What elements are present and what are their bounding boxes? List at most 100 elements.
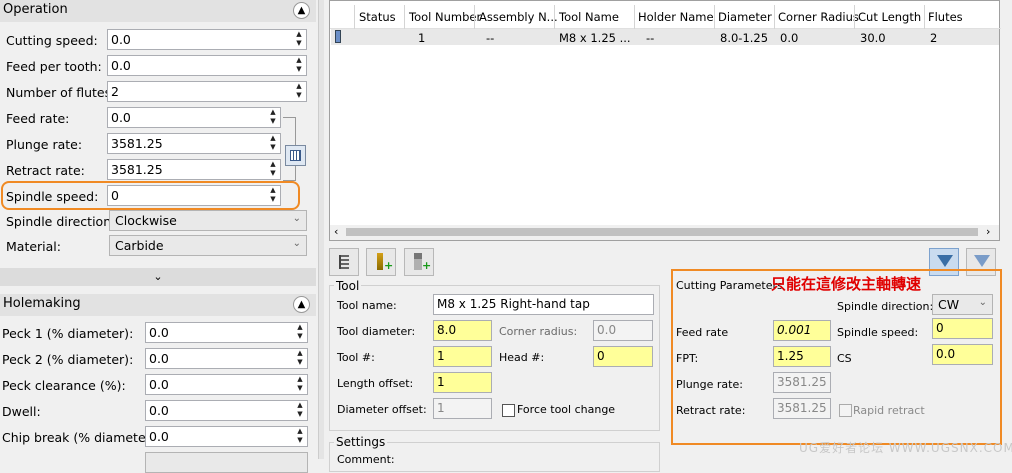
rapid-retract-label: Rapid retract xyxy=(853,404,925,417)
corner-radius-label: Corner radius: xyxy=(499,325,578,338)
force-tool-change-checkbox[interactable] xyxy=(502,404,515,417)
spinner-icon: ▲ ▼ xyxy=(296,82,302,99)
tool-grid[interactable]: Status Tool Number Assembly N... Tool Na… xyxy=(329,0,1001,241)
table-row[interactable] xyxy=(331,29,999,45)
feed-rate-input[interactable]: 0.0 ▲ ▼ xyxy=(107,107,281,128)
panel-splitter[interactable] xyxy=(318,0,324,459)
feed-per-tooth-input[interactable]: 0.0 ▲ ▼ xyxy=(107,55,307,76)
expand-chevron-icon[interactable]: ⌄ xyxy=(0,268,316,286)
tool-list-button[interactable] xyxy=(329,248,359,276)
diameter-offset-field: 1 xyxy=(433,398,492,419)
retract-rate-input[interactable]: 3581.25 ▲ ▼ xyxy=(107,159,281,180)
peck2-input[interactable]: 0.0 ▲ ▼ xyxy=(145,348,308,369)
cell-corner-radius: 0.0 xyxy=(780,31,799,45)
cp-feed-rate-label: Feed rate xyxy=(676,326,729,339)
cp-feed-rate-field[interactable]: 0.001 xyxy=(773,320,831,341)
left-panel: Operation ▲ Cutting speed: 0.0 ▲ ▼ Feed pe… xyxy=(0,0,316,473)
chip-break-label: Chip break (% diameter): xyxy=(2,430,160,445)
spinner-icon: ▲ ▼ xyxy=(296,56,302,73)
tool-diameter-field[interactable]: 8.0 xyxy=(433,320,492,341)
cp-fpt-field[interactable]: 1.25 xyxy=(773,346,831,367)
col-assembly[interactable]: Assembly N... xyxy=(479,10,558,24)
retract-rate-label: Retract rate: xyxy=(6,163,85,178)
annotation-text: 只能在這修改主軸轉速 xyxy=(771,275,922,293)
operation-section-header[interactable]: Operation ▲ xyxy=(0,0,316,22)
cycle-select[interactable] xyxy=(145,452,308,473)
spinner-icon: ▲ ▼ xyxy=(297,323,303,340)
holemaking-title: Holemaking xyxy=(3,296,81,311)
spinner-icon: ▲ ▼ xyxy=(297,375,303,392)
force-tool-change-label: Force tool change xyxy=(517,403,616,416)
peck2-label: Peck 2 (% diameter): xyxy=(2,352,134,367)
cp-cs-label: CS xyxy=(837,352,852,365)
scroll-right-icon: › xyxy=(986,225,991,238)
cell-tool-number: 1 xyxy=(418,31,426,45)
collapse-up-icon[interactable]: ▲ xyxy=(293,296,310,313)
cp-cs-field[interactable]: 0.0 xyxy=(932,344,993,365)
chip-break-input[interactable]: 0.0 ▲ ▼ xyxy=(145,426,308,447)
cutting-speed-label: Cutting speed: xyxy=(6,33,98,48)
material-select[interactable]: Carbide ⌄ xyxy=(109,235,307,256)
tool-number-label: Tool #: xyxy=(337,351,375,364)
drill-icon xyxy=(377,253,383,270)
peck1-input[interactable]: 0.0 ▲ ▼ xyxy=(145,322,308,343)
col-tool-name[interactable]: Tool Name xyxy=(559,10,619,24)
holemaking-section-header[interactable]: Holemaking ▲ xyxy=(0,294,316,316)
spinner-icon: ▲ ▼ xyxy=(270,160,276,177)
number-of-flutes-label: Number of flutes: xyxy=(6,85,116,100)
cp-spindle-direction-select[interactable]: CW ⌄ xyxy=(932,294,993,315)
tool-list-icon xyxy=(339,255,349,269)
head-number-label: Head #: xyxy=(499,351,545,364)
cp-plunge-rate-field: 3581.25 xyxy=(773,372,831,393)
settings-group-title: Settings xyxy=(334,435,388,449)
head-number-field[interactable]: 0 xyxy=(593,346,653,367)
col-flutes[interactable]: Flutes xyxy=(928,10,963,24)
scroll-thumb[interactable] xyxy=(346,228,978,236)
scroll-left-icon: ‹ xyxy=(334,225,339,238)
col-tool-number[interactable]: Tool Number xyxy=(409,10,481,24)
plunge-rate-input[interactable]: 3581.25 ▲ ▼ xyxy=(107,133,281,154)
col-holder-name[interactable]: Holder Name xyxy=(638,10,714,24)
cp-spindle-speed-field[interactable]: 0 xyxy=(932,318,993,339)
dwell-input[interactable]: 0.0 ▲ ▼ xyxy=(145,400,308,421)
comment-label: Comment: xyxy=(337,453,395,466)
calculator-icon[interactable] xyxy=(285,145,306,166)
number-of-flutes-input[interactable]: 2 ▲ ▼ xyxy=(107,81,307,102)
diameter-offset-label: Diameter offset: xyxy=(337,403,427,416)
peck1-label: Peck 1 (% diameter): xyxy=(2,326,134,341)
tool-name-field[interactable]: M8 x 1.25 Right-hand tap xyxy=(433,294,654,315)
cp-spindle-speed-label: Spindle speed: xyxy=(837,326,919,339)
spindle-direction-label: Spindle direction: xyxy=(6,214,116,229)
cell-cut-length: 30.0 xyxy=(860,31,886,45)
cp-plunge-rate-label: Plunge rate: xyxy=(676,378,743,391)
plunge-rate-label: Plunge rate: xyxy=(6,137,83,152)
rapid-retract-checkbox xyxy=(839,404,852,417)
length-offset-field[interactable]: 1 xyxy=(433,372,492,393)
material-label: Material: xyxy=(6,239,61,254)
plus-icon: + xyxy=(384,259,394,272)
operation-title: Operation xyxy=(3,2,68,17)
peck-clearance-input[interactable]: 0.0 ▲ ▼ xyxy=(145,374,308,395)
col-cut-length[interactable]: Cut Length xyxy=(858,10,921,24)
spindle-direction-select[interactable]: Clockwise ⌄ xyxy=(109,210,307,231)
spinner-icon: ▲ ▼ xyxy=(297,427,303,444)
horizontal-scrollbar[interactable]: ‹ › xyxy=(330,225,999,240)
collapse-up-icon[interactable]: ▲ xyxy=(293,2,310,19)
plus-icon: + xyxy=(422,259,432,272)
col-corner-radius[interactable]: Corner Radius xyxy=(778,10,859,24)
cp-spindle-direction-label: Spindle direction: xyxy=(837,300,934,313)
col-diameter[interactable]: Diameter xyxy=(718,10,772,24)
cutting-speed-input[interactable]: 0.0 ▲ ▼ xyxy=(107,29,307,50)
spinner-icon: ▲ ▼ xyxy=(270,108,276,125)
spinner-icon: ▲ ▼ xyxy=(296,30,302,47)
spindle-speed-highlight xyxy=(1,181,300,210)
add-drill-button[interactable]: + xyxy=(366,248,396,276)
filter-icon xyxy=(937,255,953,267)
tool-number-field[interactable]: 1 xyxy=(433,346,492,367)
spinner-icon: ▲ ▼ xyxy=(297,349,303,366)
spinner-icon: ▲ ▼ xyxy=(270,134,276,151)
row-selector-icon[interactable] xyxy=(335,30,341,43)
add-tool-button[interactable]: + xyxy=(404,248,434,276)
col-status[interactable]: Status xyxy=(359,10,396,24)
cp-retract-rate-field: 3581.25 xyxy=(773,398,831,419)
